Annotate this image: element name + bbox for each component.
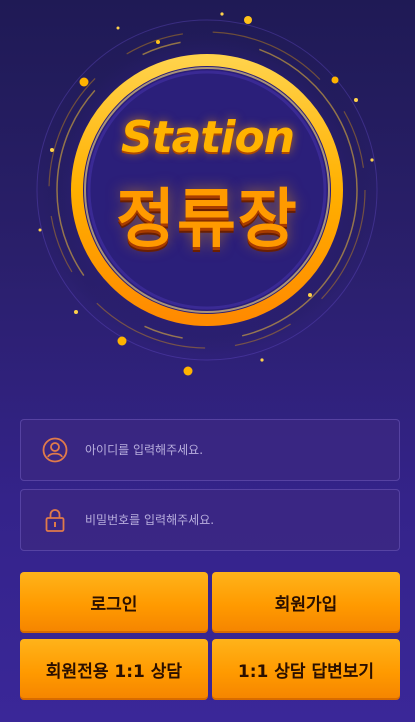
- signup-button[interactable]: 회원가입: [212, 572, 400, 633]
- id-input[interactable]: [85, 420, 399, 480]
- consult-answers-button[interactable]: 1:1 상담 답변보기: [212, 639, 400, 700]
- login-button[interactable]: 로그인: [20, 572, 208, 633]
- lock-icon: [41, 506, 69, 534]
- id-field[interactable]: [20, 419, 400, 481]
- login-page: Station 정류장 로그인 회원가입 회원전용 1:1 상담 1:1 상담 …: [0, 0, 415, 722]
- member-consult-button[interactable]: 회원전용 1:1 상담: [20, 639, 208, 700]
- logo-wordmark-en: Station: [120, 112, 295, 163]
- logo-wordmark-ko: 정류장: [116, 183, 299, 257]
- password-input[interactable]: [85, 490, 399, 550]
- user-circle-icon: [41, 436, 69, 464]
- station-logo: Station 정류장: [0, 0, 415, 400]
- password-field[interactable]: [20, 489, 400, 551]
